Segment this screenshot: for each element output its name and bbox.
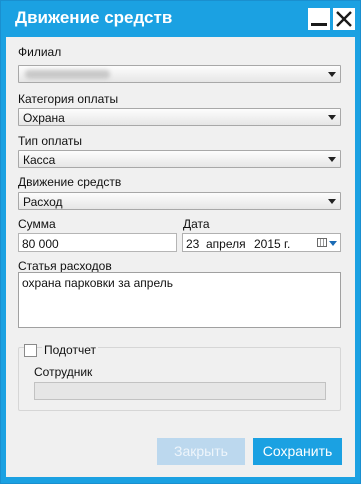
cash-flow-label: Движение средств: [18, 175, 122, 189]
minimize-icon: [311, 23, 327, 26]
accountable-checkbox[interactable]: [24, 344, 37, 357]
close-button: Закрыть: [157, 438, 245, 465]
payment-category-select[interactable]: Охрана: [18, 108, 341, 126]
branch-label: Филиал: [18, 45, 62, 59]
cash-flow-select[interactable]: Расход: [18, 192, 341, 210]
date-year[interactable]: 2015 г.: [254, 237, 290, 251]
chevron-down-icon: [328, 199, 336, 204]
branch-select[interactable]: [18, 65, 341, 83]
payment-type-select[interactable]: Касса: [18, 150, 341, 168]
accountable-label[interactable]: Подотчет: [42, 343, 98, 357]
close-icon: [336, 11, 352, 27]
payment-type-label: Тип оплаты: [18, 134, 83, 148]
chevron-down-icon: [328, 157, 336, 162]
payment-category-label: Категория оплаты: [18, 92, 119, 106]
date-label: Дата: [183, 217, 210, 231]
close-window-button[interactable]: [333, 8, 355, 30]
calendar-icon[interactable]: [317, 238, 327, 247]
save-button[interactable]: Сохранить: [253, 438, 342, 465]
window-title: Движение средств: [15, 8, 173, 27]
expense-item-label: Статья расходов: [18, 259, 112, 273]
title-bar[interactable]: Движение средств: [1, 1, 360, 37]
dialog-window: Движение средств Филиал Категория оплаты…: [0, 0, 361, 484]
date-picker[interactable]: 23 апреля 2015 г.: [182, 233, 341, 252]
date-month[interactable]: апреля: [206, 237, 246, 251]
amount-value: 80 000: [22, 237, 59, 251]
expense-item-value: охрана парковки за апрель: [22, 276, 173, 290]
branch-value-blurred: [25, 70, 110, 79]
payment-category-value: Охрана: [23, 111, 65, 125]
chevron-down-icon: [328, 115, 336, 120]
minimize-button[interactable]: [308, 8, 330, 30]
employee-label: Сотрудник: [34, 365, 93, 379]
chevron-down-icon: [328, 72, 336, 77]
chevron-down-icon[interactable]: [329, 241, 337, 246]
amount-input[interactable]: 80 000: [18, 233, 177, 252]
dialog-body: Филиал Категория оплаты Охрана Тип оплат…: [6, 37, 355, 477]
employee-input: [34, 382, 326, 400]
date-day[interactable]: 23: [186, 237, 199, 251]
expense-item-textarea[interactable]: охрана парковки за апрель: [18, 272, 341, 328]
amount-label: Сумма: [18, 217, 56, 231]
payment-type-value: Касса: [23, 153, 56, 167]
cash-flow-value: Расход: [23, 195, 63, 209]
